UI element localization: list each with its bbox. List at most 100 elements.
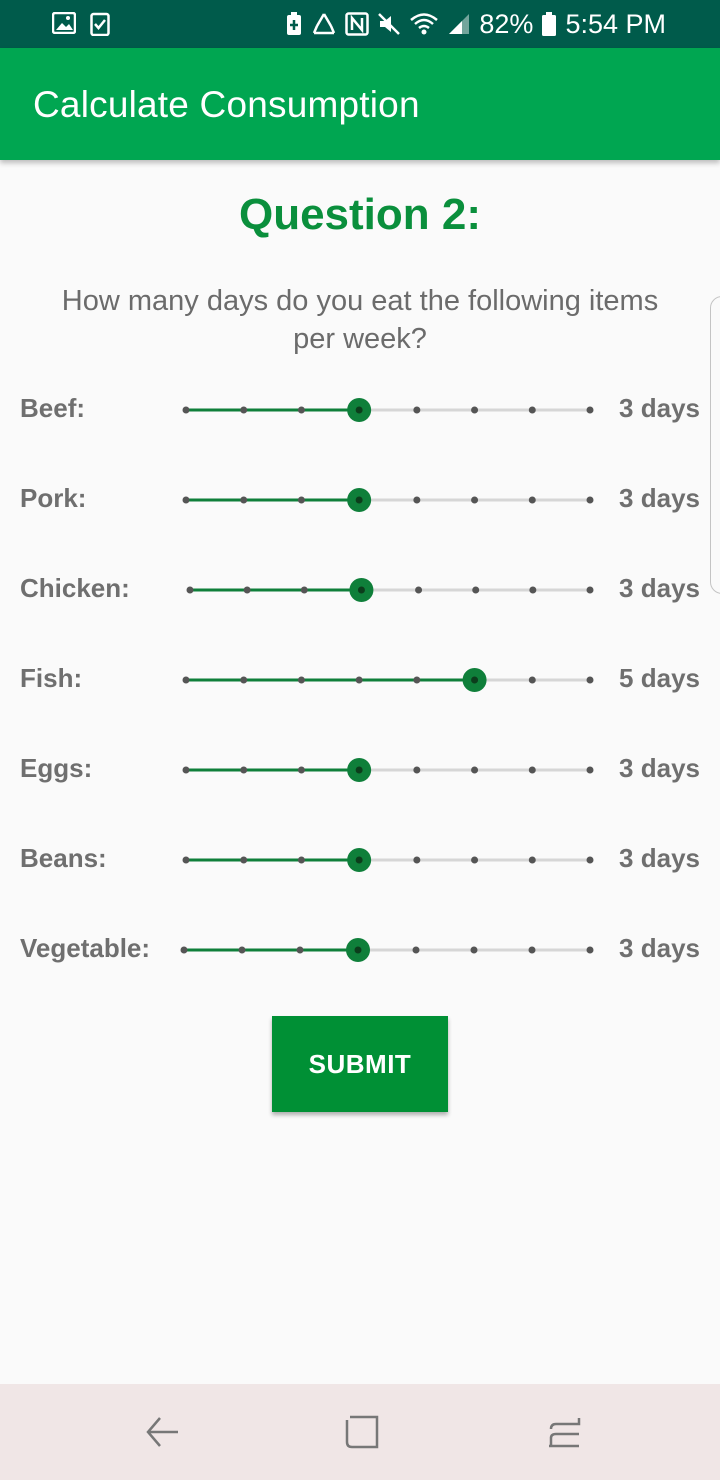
slider-tick bbox=[297, 406, 305, 414]
slider-tick bbox=[300, 586, 308, 594]
item-label: Beans: bbox=[20, 843, 107, 873]
slider-tick bbox=[182, 766, 190, 774]
days-slider[interactable] bbox=[180, 396, 596, 424]
slider-tick bbox=[471, 766, 479, 774]
slider-tick bbox=[297, 856, 305, 864]
slider-tick bbox=[586, 856, 594, 864]
slider-tick bbox=[413, 496, 421, 504]
nfc-icon bbox=[345, 12, 370, 36]
slider-tick bbox=[471, 406, 479, 414]
days-slider[interactable] bbox=[180, 666, 596, 694]
item-label: Eggs: bbox=[20, 753, 93, 783]
slider-thumb-dot bbox=[355, 496, 363, 504]
days-slider[interactable] bbox=[180, 846, 596, 874]
slider-tick bbox=[528, 946, 536, 954]
slider-thumb-dot bbox=[355, 766, 363, 774]
checklist-icon bbox=[90, 12, 110, 36]
item-label: Beef: bbox=[20, 393, 86, 423]
item-days-value: 3 days bbox=[619, 393, 700, 423]
slider-tick bbox=[240, 496, 248, 504]
slider-tick bbox=[296, 946, 304, 954]
slider-thumb-dot bbox=[355, 856, 363, 864]
slider-tick bbox=[529, 586, 537, 594]
overview-icon bbox=[549, 1418, 581, 1448]
days-slider[interactable] bbox=[180, 756, 596, 784]
slider-tick bbox=[528, 406, 536, 414]
slider-tick bbox=[240, 766, 248, 774]
item-days-value: 3 days bbox=[619, 483, 700, 513]
days-slider[interactable] bbox=[184, 576, 596, 604]
days-slider[interactable] bbox=[180, 486, 596, 514]
slider-tick bbox=[182, 406, 190, 414]
slider-tick bbox=[470, 946, 478, 954]
item-days-value: 3 days bbox=[619, 573, 700, 603]
recents-icon bbox=[345, 1415, 379, 1449]
slider-tick bbox=[413, 766, 421, 774]
clock: 5:54 PM bbox=[565, 8, 666, 39]
slider-thumb-dot bbox=[355, 406, 363, 414]
app-title: Calculate Consumption bbox=[33, 84, 420, 125]
slider-thumb-dot bbox=[357, 586, 365, 594]
item-days-value: 3 days bbox=[619, 933, 700, 963]
slider-tick bbox=[528, 496, 536, 504]
slider-tick bbox=[297, 496, 305, 504]
slider-tick bbox=[240, 856, 248, 864]
slider-tick bbox=[182, 856, 190, 864]
question-heading: Question 2: bbox=[238, 190, 482, 239]
slider-tick bbox=[355, 676, 363, 684]
question-text: How many days do you eat the following i… bbox=[61, 285, 659, 355]
item-days-value: 5 days bbox=[619, 663, 700, 693]
slider-tick bbox=[413, 856, 421, 864]
slider-tick bbox=[586, 676, 594, 684]
recents-button[interactable] bbox=[340, 1410, 384, 1454]
battery-icon bbox=[542, 12, 557, 36]
slider-tick bbox=[240, 676, 248, 684]
nav-bar bbox=[0, 1384, 720, 1480]
mute-icon bbox=[378, 13, 401, 35]
slider-tick bbox=[586, 406, 594, 414]
item-label: Chicken: bbox=[20, 573, 130, 603]
slider-tick bbox=[186, 586, 194, 594]
slider-tick bbox=[238, 946, 246, 954]
overview-button[interactable] bbox=[542, 1410, 586, 1454]
slider-tick bbox=[586, 766, 594, 774]
item-label: Vegetable: bbox=[20, 933, 151, 963]
scroll-edge bbox=[710, 296, 720, 594]
slider-tick bbox=[182, 496, 190, 504]
battery-saver-icon bbox=[287, 12, 302, 35]
image-icon bbox=[52, 12, 76, 34]
item-label: Fish: bbox=[20, 663, 83, 693]
back-icon bbox=[146, 1417, 178, 1447]
item-label: Pork: bbox=[20, 483, 87, 513]
slider-thumb-dot bbox=[354, 946, 362, 954]
status-bar: 82% 5:54 PM bbox=[0, 0, 720, 48]
slider-tick bbox=[180, 946, 188, 954]
status-right: 82% 5:54 PM bbox=[285, 9, 666, 39]
slider-tick bbox=[471, 856, 479, 864]
back-button[interactable] bbox=[140, 1410, 184, 1454]
slider-tick bbox=[413, 676, 421, 684]
slider-tick bbox=[415, 586, 423, 594]
slider-tick bbox=[182, 676, 190, 684]
recycle-icon bbox=[313, 13, 336, 35]
slider-tick bbox=[240, 406, 248, 414]
slider-tick bbox=[586, 586, 594, 594]
status-left-icons bbox=[52, 12, 110, 36]
days-slider[interactable] bbox=[178, 936, 596, 964]
slider-tick bbox=[472, 586, 480, 594]
slider-tick bbox=[471, 496, 479, 504]
battery-percent: 82% bbox=[479, 8, 534, 39]
slider-tick bbox=[528, 766, 536, 774]
signal-icon bbox=[449, 14, 470, 34]
submit-button[interactable]: SUBMIT bbox=[272, 1016, 448, 1112]
slider-tick bbox=[413, 406, 421, 414]
app-bar: Calculate Consumption bbox=[0, 48, 720, 160]
slider-tick bbox=[586, 496, 594, 504]
slider-tick bbox=[243, 586, 251, 594]
slider-thumb-dot bbox=[471, 676, 479, 684]
slider-tick bbox=[297, 676, 305, 684]
slider-tick bbox=[528, 676, 536, 684]
slider-tick bbox=[412, 946, 420, 954]
slider-tick bbox=[586, 946, 594, 954]
item-days-value: 3 days bbox=[619, 753, 700, 783]
